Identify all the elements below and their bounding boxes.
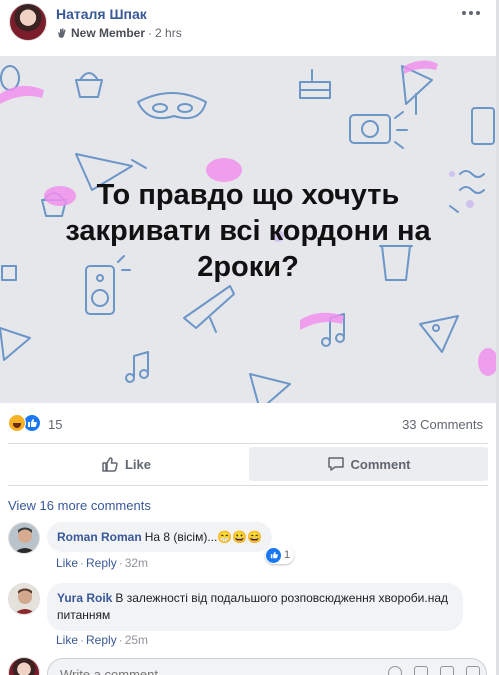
comment-time[interactable]: 25m xyxy=(125,633,148,647)
comment-label: Comment xyxy=(350,456,411,472)
comment-reply-link[interactable]: Reply xyxy=(86,633,117,647)
gif-icon[interactable] xyxy=(440,666,454,675)
like-button[interactable]: Like xyxy=(8,447,244,481)
comment-actions: Like · Reply · 32m xyxy=(56,556,149,570)
camera-icon[interactable] xyxy=(414,666,428,675)
commenter-name[interactable]: Yura Roik xyxy=(57,591,112,605)
comment-composer xyxy=(0,655,496,675)
comment-like-link[interactable]: Like xyxy=(56,633,78,647)
commenter-avatar[interactable] xyxy=(8,583,40,615)
comment-like-link[interactable]: Like xyxy=(56,556,78,570)
comment-text: В залежності від подальшого розповсюджен… xyxy=(57,591,449,622)
author-name[interactable]: Наталя Шпак xyxy=(56,6,147,22)
comment-actions: Like · Reply · 25m xyxy=(56,633,149,647)
post-text: То правдо що хочуть закривати всі кордон… xyxy=(65,179,431,283)
reaction-count[interactable]: 15 xyxy=(48,417,62,432)
comment-icon xyxy=(327,457,344,471)
like-label: Like xyxy=(124,456,151,472)
post-banner: То правдо що хочуть закривати всі кордон… xyxy=(0,56,496,403)
emoji-icon[interactable] xyxy=(388,666,402,675)
thumbs-up-icon xyxy=(102,457,118,472)
comment-text: На 8 (вісім)...😁😀😄 xyxy=(144,530,263,544)
view-more-comments-link[interactable]: View 16 more comments xyxy=(8,498,151,513)
sticker-icon[interactable] xyxy=(466,666,480,675)
comments-count[interactable]: 33 Comments xyxy=(402,417,483,432)
commenter-avatar[interactable] xyxy=(8,522,40,554)
comment-reactions[interactable]: 1 xyxy=(265,546,295,564)
post-time[interactable]: 2 hrs xyxy=(155,26,182,40)
waving-hand-icon xyxy=(58,28,66,38)
member-badge[interactable]: New Member xyxy=(71,26,145,40)
comment-bubble: Roman Roman На 8 (вісім)...😁😀😄 xyxy=(47,522,273,552)
comment-time[interactable]: 32m xyxy=(125,556,148,570)
comment-reaction-count: 1 xyxy=(284,549,291,561)
author-avatar[interactable] xyxy=(9,3,47,41)
comment-bubble: Yura Roik В залежності від подальшого роз… xyxy=(47,583,463,631)
meta-separator: · xyxy=(148,26,153,40)
reaction-icons[interactable] xyxy=(8,414,41,432)
like-reaction-icon xyxy=(266,547,281,563)
divider xyxy=(8,443,488,444)
comment-button[interactable]: Comment xyxy=(249,447,488,481)
comment-reply-link[interactable]: Reply xyxy=(86,556,117,570)
more-options-icon[interactable] xyxy=(462,8,482,18)
current-user-avatar xyxy=(8,657,40,675)
reactions-bar: 15 33 Comments xyxy=(0,403,496,443)
post-meta: New Member · 2 hrs xyxy=(56,26,182,40)
action-bar: Like Comment xyxy=(0,447,496,481)
commenter-name[interactable]: Roman Roman xyxy=(57,530,142,544)
haha-reaction-icon xyxy=(8,414,26,432)
composer-tools xyxy=(388,666,480,675)
post-header: Наталя Шпак New Member · 2 hrs xyxy=(0,0,496,56)
divider xyxy=(8,485,488,486)
